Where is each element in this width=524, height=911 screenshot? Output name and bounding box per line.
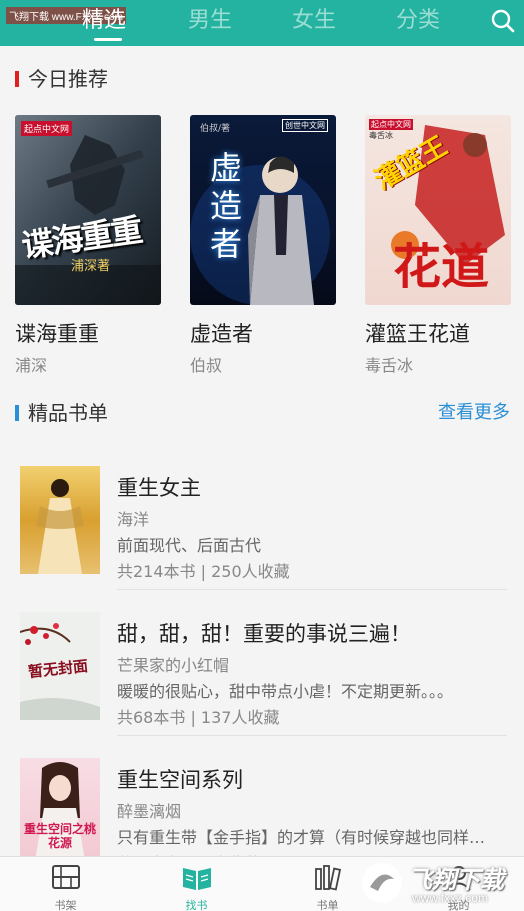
bookshelf-icon	[51, 865, 80, 889]
book-author: 浦深	[15, 356, 48, 375]
open-book-icon	[182, 868, 211, 890]
tab-female[interactable]: 女生	[292, 2, 336, 34]
cover-author: 伯叔/著	[200, 124, 231, 134]
tab-featured[interactable]: 精选	[82, 2, 126, 34]
publisher-badge: 创世中文网	[282, 119, 328, 132]
watermark-brand: 飞翔下载	[408, 866, 504, 894]
nav-label: 找书	[185, 899, 208, 911]
booklist-stats: 共214本书 | 250人收藏	[117, 562, 290, 581]
book-title: 谍海重重	[15, 322, 99, 346]
section-title: 精品书单	[28, 401, 108, 425]
cover-title: 重生空间之桃花源	[23, 822, 96, 850]
book-cover: 起点中文网 谍海重重 浦深著	[15, 115, 161, 305]
booklist-author: 海洋	[117, 510, 150, 529]
booklist-title: 重生女主	[117, 476, 201, 500]
booklist-description: 暖暖的很贴心，甜中带点小虐！不定期更新。。。	[117, 682, 454, 701]
watermark-overlay: 飞翔下载 www.fxxz.com	[360, 858, 520, 908]
tab-category[interactable]: 分类	[396, 2, 440, 34]
view-more-link[interactable]: 查看更多	[438, 398, 510, 424]
cover-title: 虚造者	[210, 149, 243, 263]
search-icon	[491, 9, 515, 33]
booklist-description: 前面现代、后面古代	[117, 536, 262, 555]
booklist-author: 芒果家的小红帽	[117, 656, 230, 675]
nav-label: 书架	[54, 899, 77, 911]
booklist-description: 只有重生带【金手指】的才算（有时候穿越也同样…	[117, 828, 486, 847]
watermark-logo-icon	[362, 863, 402, 903]
nav-find-books[interactable]: 找书	[131, 857, 262, 911]
book-card[interactable]: 起点中文网 谍海重重 浦深著 谍海重重 浦深	[15, 115, 163, 375]
divider	[117, 589, 507, 590]
publisher-badge: 起点中文网	[369, 119, 413, 130]
today-recommend-header: 今日推荐	[0, 63, 524, 93]
book-list-icon	[314, 865, 341, 891]
section-title: 今日推荐	[28, 67, 108, 91]
book-title: 灌篮王花道	[365, 322, 470, 346]
search-button[interactable]	[488, 6, 518, 36]
section-marker	[15, 71, 19, 87]
cover-title-bottom: 花道	[393, 239, 490, 295]
book-author: 伯叔	[190, 356, 223, 375]
book-author: 毒舌冰	[365, 356, 414, 375]
section-marker	[15, 405, 19, 421]
booklist-title: 重生空间系列	[117, 768, 243, 792]
publisher-badge: 起点中文网	[21, 121, 73, 136]
book-title: 虚造者	[190, 322, 253, 346]
booklist-cover	[20, 466, 100, 574]
nav-bookshelf[interactable]: 书架	[0, 857, 131, 911]
active-tab-indicator	[94, 38, 122, 41]
book-cover: 伯叔/著 创世中文网 虚造者	[190, 115, 336, 305]
top-tab-bar: 飞翔下载 www.FXXZ.com 精选 男生 女生 分类	[0, 0, 524, 46]
divider	[117, 735, 507, 736]
booklist-title: 甜，甜，甜！重要的事说三遍！	[117, 622, 411, 646]
cover-author: 毒舌冰	[369, 131, 393, 140]
booklist-header: 精品书单 查看更多	[0, 397, 524, 427]
booklist-item[interactable]: 重生女主 海洋 前面现代、后面古代 共214本书 | 250人收藏	[0, 450, 524, 596]
book-cover: 起点中文网 毒舌冰 灌篮王 花道	[365, 115, 511, 305]
book-card[interactable]: 伯叔/著 创世中文网 虚造者 虚造者 伯叔	[190, 115, 338, 375]
booklist-cover: 重生空间之桃花源	[20, 758, 100, 866]
cover-author: 浦深著	[71, 259, 111, 274]
book-card[interactable]: 起点中文网 毒舌冰 灌篮王 花道 灌篮王花道 毒舌冰	[365, 115, 513, 375]
booklist-author: 醉墨漓烟	[117, 802, 182, 821]
booklist-item[interactable]: 暂无封面 甜，甜，甜！重要的事说三遍！ 芒果家的小红帽 暖暖的很贴心，甜中带点小…	[0, 596, 524, 742]
watermark-url: www.fxxz.com	[412, 891, 489, 905]
booklist-cover: 暂无封面	[20, 612, 100, 720]
booklist-stats: 共68本书 | 137人收藏	[117, 708, 280, 727]
tab-male[interactable]: 男生	[188, 2, 232, 34]
